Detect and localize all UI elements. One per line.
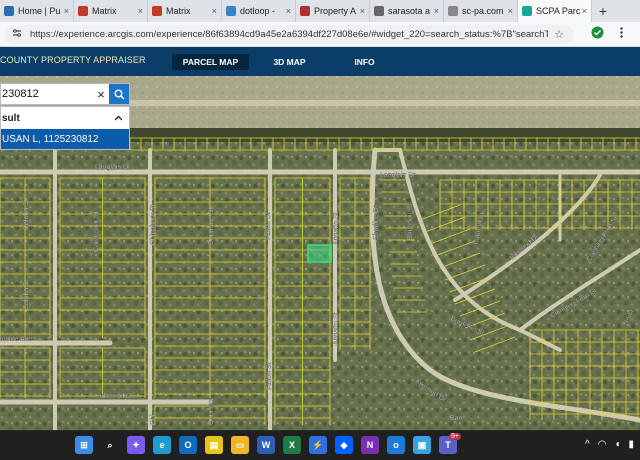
- street-label: Chi: [150, 414, 157, 425]
- street-label: Annatto St: [333, 312, 340, 345]
- browser-tab[interactable]: sarasota a ×: [370, 0, 444, 22]
- browser-tab[interactable]: Property A ×: [296, 0, 370, 22]
- tab-label: dotloop -: [240, 6, 276, 16]
- browser-tab[interactable]: Matrix ×: [74, 0, 148, 22]
- tab-close-icon[interactable]: ×: [286, 6, 291, 16]
- tray-overflow-icon[interactable]: ^: [585, 439, 590, 450]
- power-automate-icon[interactable]: ⚡: [309, 436, 327, 454]
- app-header: COUNTY PROPERTY APPRAISER PARCEL MAP 3D …: [0, 47, 640, 76]
- photos-icon[interactable]: ▣: [413, 436, 431, 454]
- street-label: Inkwood Dr: [98, 393, 134, 400]
- street-label: Calaba St: [23, 199, 30, 230]
- tab-label: Matrix: [166, 6, 191, 16]
- street-label: Chinabury St: [150, 204, 157, 245]
- search-result-item[interactable]: USAN L, 1125230812: [1, 129, 129, 149]
- teams-notification-badge: 9+: [449, 433, 461, 440]
- canal-road: [130, 100, 640, 106]
- tab-favicon-icon: [78, 6, 88, 16]
- browser-menu-icon[interactable]: [614, 26, 628, 40]
- tab-close-icon[interactable]: ×: [64, 6, 69, 16]
- tab-parcel-map[interactable]: PARCEL MAP: [172, 54, 249, 70]
- tab-label: SCPA Parc: [536, 6, 580, 16]
- outlook-icon[interactable]: O: [179, 436, 197, 454]
- search-icon: [114, 89, 125, 100]
- onenote-icon[interactable]: N: [361, 436, 379, 454]
- browser-tab[interactable]: sc-pa.com ×: [444, 0, 518, 22]
- street-label: Fallon St: [265, 212, 272, 240]
- system-tray: ^ ◠ ◖ ▮: [585, 439, 634, 450]
- tab-label: Matrix: [92, 6, 117, 16]
- tab-favicon-icon: [374, 6, 384, 16]
- selected-parcel-highlight[interactable]: [307, 244, 332, 263]
- street-label: Annatto St: [333, 212, 340, 245]
- word-icon[interactable]: W: [257, 436, 275, 454]
- browser-tab[interactable]: dotloop - ×: [222, 0, 296, 22]
- browser-tab[interactable]: Matrix ×: [148, 0, 222, 22]
- parcel-search-box: 230812 ×: [0, 83, 130, 105]
- excel-icon[interactable]: X: [283, 436, 301, 454]
- sticky-notes-icon[interactable]: ▤: [205, 436, 223, 454]
- search-button[interactable]: [109, 84, 129, 104]
- tab-label: sarasota a: [388, 6, 431, 16]
- tab-close-icon[interactable]: ×: [582, 6, 587, 16]
- tab-favicon-icon: [4, 6, 14, 16]
- tab-favicon-icon: [226, 6, 236, 16]
- street-label: Burdekin St: [407, 204, 414, 240]
- search-input[interactable]: 230812: [1, 88, 93, 100]
- battery-icon[interactable]: ▮: [628, 439, 634, 450]
- search-icon[interactable]: ⌕: [101, 436, 119, 454]
- search-results-panel: sult USAN L, 1125230812: [0, 106, 130, 150]
- file-explorer-icon[interactable]: ▭: [231, 436, 249, 454]
- street-label: Langlais Dr: [380, 172, 416, 179]
- bookmark-star-icon[interactable]: ☆: [552, 28, 566, 41]
- tab-close-icon[interactable]: ×: [508, 6, 513, 16]
- street-label: Candlenut St: [93, 211, 100, 252]
- wifi-icon[interactable]: ◠: [598, 439, 607, 450]
- extension-icon[interactable]: [590, 26, 604, 40]
- address-bar-row: https://experience.arcgis.com/experience…: [0, 22, 640, 47]
- tab-close-icon[interactable]: ×: [434, 6, 439, 16]
- clear-search-icon[interactable]: ×: [93, 87, 109, 102]
- tab-favicon-icon: [522, 6, 532, 16]
- tab-label: Property A: [314, 6, 357, 16]
- results-header[interactable]: sult: [1, 107, 129, 129]
- browser-tab[interactable]: Home | Pu ×: [0, 0, 74, 22]
- new-tab-button[interactable]: +: [592, 0, 614, 22]
- street-label: Bao: [450, 415, 463, 422]
- tab-close-icon[interactable]: ×: [212, 6, 217, 16]
- tab-label: Home | Pu: [18, 6, 61, 16]
- results-header-label: sult: [2, 112, 20, 124]
- tab-close-icon[interactable]: ×: [138, 6, 143, 16]
- dropbox-icon[interactable]: ◆: [335, 436, 353, 454]
- street-label: imitoe Ave: [0, 336, 32, 343]
- edge-browser-icon[interactable]: e: [153, 436, 171, 454]
- tab-info[interactable]: INFO: [342, 54, 387, 70]
- app-title: COUNTY PROPERTY APPRAISER: [0, 55, 146, 65]
- browser-tab[interactable]: SCPA Parc ×: [518, 0, 592, 22]
- windows-start-icon[interactable]: ⊞: [75, 436, 93, 454]
- street-label: Calaba St: [23, 279, 30, 310]
- address-bar[interactable]: https://experience.arcgis.com/experience…: [4, 25, 574, 44]
- street-label: Shorline Dr: [373, 204, 380, 240]
- tab-close-icon[interactable]: ×: [360, 6, 365, 16]
- copilot-icon[interactable]: ✦: [127, 436, 145, 454]
- volume-icon[interactable]: ◖: [614, 439, 620, 450]
- tab-label: sc-pa.com: [462, 6, 504, 16]
- tab-favicon-icon: [448, 6, 458, 16]
- browser-tab-strip: Home | Pu × Matrix × Matrix × dotloop - × Prope…: [0, 0, 640, 22]
- site-info-icon[interactable]: [12, 28, 24, 41]
- chevron-up-icon[interactable]: [114, 115, 123, 121]
- windows-taskbar: ^ ◠ ◖ ▮ ⊞ ⌕ ✦ e O ▤ ▭ W X ⚡ ◆ No ▣ T 9+: [0, 430, 640, 460]
- street-label: Langlais Dr: [95, 164, 131, 171]
- tab-3d-map[interactable]: 3D MAP: [262, 54, 317, 70]
- tab-favicon-icon: [152, 6, 162, 16]
- outlook-new-icon[interactable]: o: [387, 436, 405, 454]
- street-label: Fallon St: [266, 362, 273, 390]
- street-label: Dunmore St: [208, 208, 215, 245]
- tab-favicon-icon: [300, 6, 310, 16]
- url-text[interactable]: https://experience.arcgis.com/experience…: [30, 29, 548, 40]
- street-label: Dunning: [208, 399, 215, 425]
